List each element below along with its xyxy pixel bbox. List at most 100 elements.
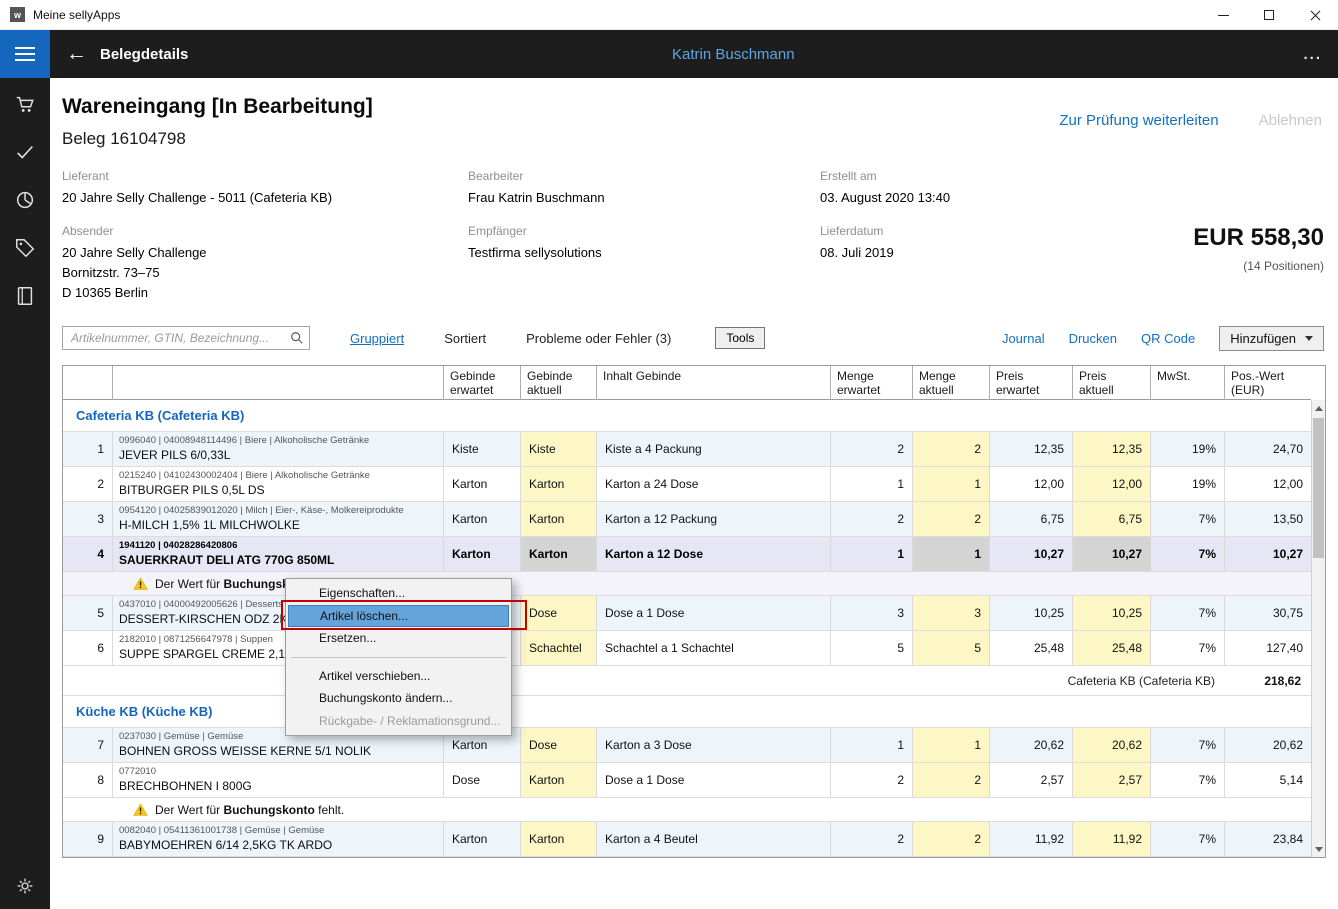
- column-header-0[interactable]: [63, 366, 113, 400]
- vertical-scrollbar[interactable]: [1311, 400, 1325, 857]
- sidebar-item-journal[interactable]: [14, 285, 36, 307]
- menge-aktuell-cell[interactable]: 2: [913, 822, 990, 856]
- table-row[interactable]: 90082040 | 05411361001738 | Gemüse | Gem…: [63, 822, 1311, 857]
- gebinde-aktuell-cell[interactable]: Schachtel: [521, 631, 597, 665]
- gebinde-aktuell-cell[interactable]: Dose: [521, 728, 597, 762]
- menge-erwartet-cell: 1: [831, 537, 913, 571]
- warning-icon: [133, 803, 148, 816]
- forward-for-review-button[interactable]: Zur Prüfung weiterleiten: [1059, 112, 1218, 129]
- preis-erwartet-cell: 20,62: [990, 728, 1073, 762]
- minimize-button[interactable]: [1200, 0, 1246, 30]
- menu-item[interactable]: Eigenschaften...: [288, 582, 509, 605]
- article-cell: 0215240 | 04102430002404 | Biere | Alkoh…: [113, 467, 444, 501]
- preis-aktuell-cell[interactable]: 20,62: [1073, 728, 1151, 762]
- row-number: 9: [63, 822, 113, 856]
- user-name[interactable]: Katrin Buschmann: [672, 46, 795, 63]
- column-header-8[interactable]: Preis aktuell: [1073, 366, 1151, 400]
- menu-button[interactable]: [0, 30, 50, 78]
- pos-wert-cell: 12,00: [1225, 467, 1311, 501]
- positions-count: (14 Positionen): [1150, 259, 1324, 273]
- column-header-9[interactable]: MwSt.: [1151, 366, 1225, 400]
- gebinde-aktuell-cell[interactable]: Karton: [521, 467, 597, 501]
- preis-aktuell-cell[interactable]: 10,27: [1073, 537, 1151, 571]
- column-header-2[interactable]: Gebinde erwartet: [444, 366, 521, 400]
- inhalt-gebinde-cell: Dose a 1 Dose: [597, 596, 831, 630]
- table-row[interactable]: 10996040 | 04008948114496 | Biere | Alko…: [63, 432, 1311, 467]
- column-header-10[interactable]: Pos.-Wert (EUR): [1225, 366, 1311, 400]
- column-header-7[interactable]: Preis erwartet: [990, 366, 1073, 400]
- gebinde-aktuell-cell[interactable]: Kiste: [521, 432, 597, 466]
- column-header-4[interactable]: Inhalt Gebinde: [597, 366, 831, 400]
- maximize-button[interactable]: [1246, 0, 1292, 30]
- sidebar-item-reports[interactable]: [14, 189, 36, 211]
- total-amount: EUR 558,30: [1150, 224, 1324, 252]
- sidebar-item-cart[interactable]: [14, 93, 36, 115]
- reject-button[interactable]: Ablehnen: [1259, 112, 1322, 129]
- qr-code-link[interactable]: QR Code: [1141, 331, 1195, 346]
- close-button[interactable]: [1292, 0, 1338, 30]
- menu-item[interactable]: Artikel löschen...: [288, 605, 509, 628]
- menge-erwartet-cell: 1: [831, 728, 913, 762]
- field-absender: Absender20 Jahre Selly Challenge Bornitz…: [62, 224, 468, 303]
- column-header-3[interactable]: Gebinde aktuell: [521, 366, 597, 400]
- search-icon[interactable]: [290, 331, 304, 345]
- menge-aktuell-cell[interactable]: 1: [913, 467, 990, 501]
- table-row[interactable]: 50437010 | 04000492005626 | DessertsDESS…: [63, 596, 1311, 631]
- search-input[interactable]: [62, 326, 310, 350]
- scroll-up-button[interactable]: [1312, 400, 1325, 416]
- table-row[interactable]: 70237030 | Gemüse | GemüseBOHNEN GROSS W…: [63, 728, 1311, 763]
- sidebar-item-tasks[interactable]: [14, 141, 36, 163]
- tools-button[interactable]: Tools: [715, 327, 765, 349]
- preis-erwartet-cell: 12,00: [990, 467, 1073, 501]
- column-header-6[interactable]: Menge aktuell: [913, 366, 990, 400]
- preis-aktuell-cell[interactable]: 12,00: [1073, 467, 1151, 501]
- menge-aktuell-cell[interactable]: 5: [913, 631, 990, 665]
- sortiert-toggle[interactable]: Sortiert: [444, 331, 486, 346]
- inhalt-gebinde-cell: Karton a 4 Beutel: [597, 822, 831, 856]
- journal-link[interactable]: Journal: [1002, 331, 1045, 346]
- preis-aktuell-cell[interactable]: 11,92: [1073, 822, 1151, 856]
- gebinde-aktuell-cell[interactable]: Karton: [521, 537, 597, 571]
- gebinde-aktuell-cell[interactable]: Karton: [521, 502, 597, 536]
- table-row[interactable]: 20215240 | 04102430002404 | Biere | Alko…: [63, 467, 1311, 502]
- menu-item[interactable]: Buchungskonto ändern...: [288, 687, 509, 710]
- gebinde-aktuell-cell[interactable]: Karton: [521, 822, 597, 856]
- table-row[interactable]: 30954120 | 04025839012020 | Milch | Eier…: [63, 502, 1311, 537]
- scrollbar-thumb[interactable]: [1313, 418, 1324, 558]
- warning-row: Der Wert für Buchungskonto fehlt.: [63, 572, 1311, 596]
- gebinde-aktuell-cell[interactable]: Karton: [521, 763, 597, 797]
- menge-aktuell-cell[interactable]: 2: [913, 432, 990, 466]
- preis-aktuell-cell[interactable]: 10,25: [1073, 596, 1151, 630]
- menu-item[interactable]: Rückgabe- / Reklamationsgrund...: [288, 710, 509, 733]
- back-button[interactable]: ←: [66, 42, 96, 66]
- settings-button[interactable]: [14, 875, 36, 897]
- table-row[interactable]: 41941120 | 04028286420806SAUERKRAUT DELI…: [63, 537, 1311, 572]
- column-header-5[interactable]: Menge erwartet: [831, 366, 913, 400]
- probleme-filter[interactable]: Probleme oder Fehler (3): [526, 331, 671, 346]
- menge-aktuell-cell[interactable]: 2: [913, 763, 990, 797]
- drucken-link[interactable]: Drucken: [1069, 331, 1117, 346]
- row-number: 7: [63, 728, 113, 762]
- menge-aktuell-cell[interactable]: 1: [913, 728, 990, 762]
- menge-aktuell-cell[interactable]: 3: [913, 596, 990, 630]
- field-lieferant: Lieferant20 Jahre Selly Challenge - 5011…: [62, 169, 468, 208]
- preis-aktuell-cell[interactable]: 2,57: [1073, 763, 1151, 797]
- sidebar-item-prices[interactable]: [14, 237, 36, 259]
- menu-item[interactable]: Ersetzen...: [288, 627, 509, 650]
- table-row[interactable]: 62182010 | 0871256647978 | SuppenSUPPE S…: [63, 631, 1311, 666]
- preis-aktuell-cell[interactable]: 12,35: [1073, 432, 1151, 466]
- gruppiert-toggle[interactable]: Gruppiert: [350, 331, 404, 346]
- menge-aktuell-cell[interactable]: 2: [913, 502, 990, 536]
- column-header-1[interactable]: [113, 366, 444, 400]
- preis-aktuell-cell[interactable]: 6,75: [1073, 502, 1151, 536]
- table-row[interactable]: 80772010BRECHBOHNEN I 800GDoseKartonDose…: [63, 763, 1311, 798]
- hinzufuegen-button[interactable]: Hinzufügen: [1219, 326, 1324, 351]
- menge-aktuell-cell[interactable]: 1: [913, 537, 990, 571]
- scroll-down-button[interactable]: [1312, 841, 1325, 857]
- inhalt-gebinde-cell: Schachtel a 1 Schachtel: [597, 631, 831, 665]
- more-button[interactable]: ...: [1303, 46, 1322, 63]
- article-meta: 1941120 | 04028286420806: [119, 540, 443, 551]
- menu-item[interactable]: Artikel verschieben...: [288, 665, 509, 688]
- gebinde-aktuell-cell[interactable]: Dose: [521, 596, 597, 630]
- preis-aktuell-cell[interactable]: 25,48: [1073, 631, 1151, 665]
